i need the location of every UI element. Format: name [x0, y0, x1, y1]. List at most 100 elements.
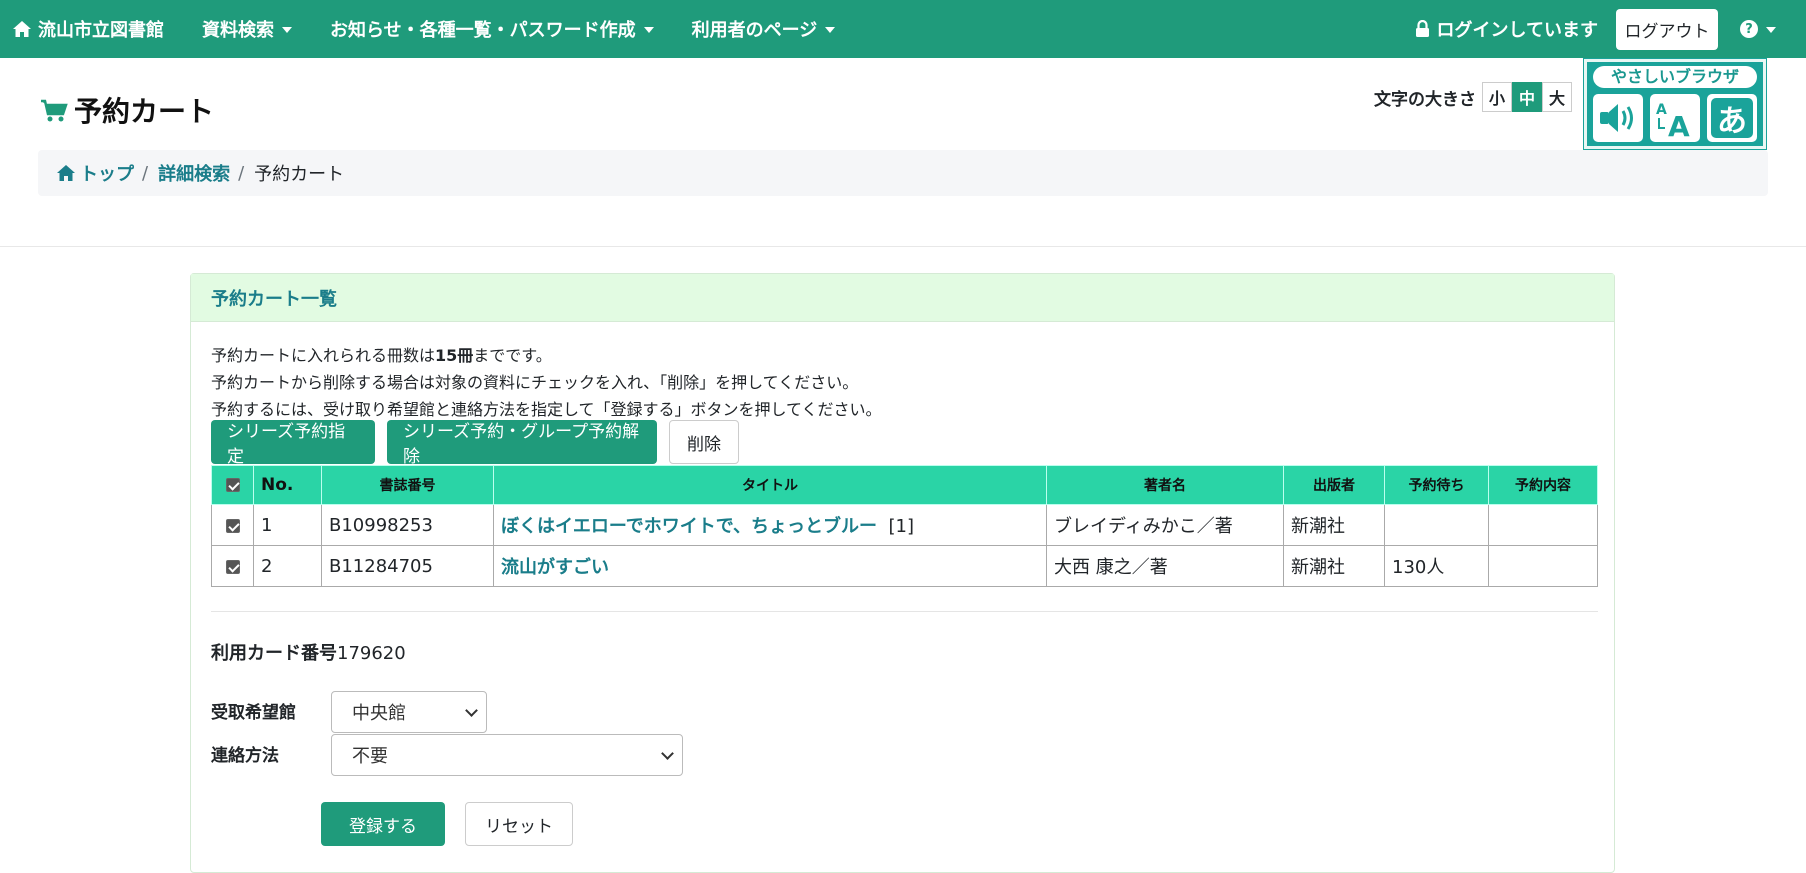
breadcrumb-top-label: トップ: [80, 164, 134, 185]
row-author: ブレイディみかこ／著: [1046, 504, 1284, 546]
contact-method-label: 連絡方法: [211, 746, 279, 766]
cart-icon: [41, 99, 68, 122]
row-no: 1: [253, 504, 322, 546]
header-no: No.: [253, 465, 322, 505]
select-all-header: [211, 465, 254, 505]
breadcrumb-separator: /: [142, 162, 149, 184]
pickup-library-select[interactable]: 中央館: [331, 691, 487, 733]
form-divider: [211, 611, 1598, 612]
yasashii-browser-banner[interactable]: やさしいブラウザ A A あ: [1583, 58, 1767, 150]
instruction-text: までです。: [473, 346, 552, 365]
pickup-library-label: 受取希望館: [211, 703, 296, 723]
menu-search[interactable]: 資料検索: [202, 16, 292, 42]
select-all-checkbox[interactable]: [225, 478, 240, 492]
font-size-medium-button[interactable]: 中: [1512, 82, 1542, 112]
page-title: 予約カート: [40, 90, 214, 130]
row-waiting: [1384, 504, 1489, 546]
chevron-down-icon: [661, 747, 674, 760]
header-reservation-content: 予約内容: [1488, 465, 1598, 505]
pickup-library-value: 中央館: [352, 703, 406, 724]
breadcrumb-search-link[interactable]: 詳細検索: [158, 160, 230, 186]
library-card-number: 利用カード番号179620: [211, 639, 406, 665]
cart-table: No. 書誌番号 タイトル 著者名 出版者 予約待ち 予約内容 1 B10998…: [211, 465, 1598, 587]
header-author: 著者名: [1046, 465, 1284, 505]
row-publisher: 新潮社: [1283, 504, 1385, 546]
card-number-label: 利用カード番号: [211, 643, 337, 664]
row-select-cell: [211, 545, 254, 587]
submit-button[interactable]: 登録する: [321, 802, 445, 846]
header-publisher: 出版者: [1283, 465, 1385, 505]
font-size-small-button[interactable]: 小: [1482, 82, 1512, 112]
row-title-link[interactable]: 流山がすごい: [501, 557, 609, 578]
header-waiting: 予約待ち: [1384, 465, 1489, 505]
series-reservation-button[interactable]: シリーズ予約指定: [211, 420, 375, 467]
section-divider: [0, 246, 1806, 247]
font-size-large-button[interactable]: 大: [1542, 82, 1572, 112]
card-header: 予約カート一覧: [191, 274, 1614, 322]
row-bib-number: B11284705: [321, 545, 494, 587]
speaker-icon: [1593, 94, 1643, 142]
menu-user-page-label: 利用者のページ: [691, 20, 818, 41]
reset-button[interactable]: リセット: [465, 802, 573, 846]
contact-method-select[interactable]: 不要: [331, 734, 683, 776]
breadcrumb-top-link[interactable]: トップ: [56, 160, 134, 186]
row-checkbox[interactable]: [225, 559, 240, 574]
menu-notices[interactable]: お知らせ・各種一覧・パスワード作成: [330, 16, 654, 42]
breadcrumb: トップ / 詳細検索 / 予約カート: [38, 150, 1768, 196]
yasashii-title: やさしいブラウザ: [1593, 66, 1757, 88]
row-title-cell: 流山がすごい: [493, 545, 1047, 587]
logout-button[interactable]: ログアウト: [1616, 8, 1718, 50]
row-content: [1488, 504, 1598, 546]
chevron-down-icon: [465, 704, 478, 717]
menu-search-label: 資料検索: [202, 20, 274, 41]
header-title: タイトル: [493, 465, 1047, 505]
breadcrumb-separator: /: [238, 162, 245, 184]
card-number-value: 179620: [337, 643, 406, 664]
login-status-label: ログインしています: [1436, 20, 1598, 41]
row-content: [1488, 545, 1598, 587]
row-no: 2: [253, 545, 322, 587]
svg-text:A: A: [1656, 102, 1667, 118]
hiragana-icon: あ: [1707, 94, 1757, 142]
cart-instructions: 予約カートに入れられる冊数は15冊までです。 予約カートから削除する場合は対象の…: [211, 342, 882, 423]
row-publisher: 新潮社: [1283, 545, 1385, 587]
row-volume: [1]: [888, 516, 914, 537]
home-link[interactable]: 流山市立図書館: [12, 16, 164, 42]
instruction-text: 予約カートに入れられる冊数は: [211, 346, 436, 365]
row-checkbox[interactable]: [225, 518, 240, 533]
menu-user-page[interactable]: 利用者のページ: [692, 16, 836, 42]
help-icon: ?: [1740, 20, 1758, 38]
row-bib-number: B10998253: [321, 504, 494, 546]
caret-down-icon: [282, 27, 292, 33]
delete-button[interactable]: 削除: [669, 420, 739, 464]
row-title-cell: ぼくはイエローでホワイトで、ちょっとブルー [1]: [493, 504, 1047, 546]
reservation-cart-card: 予約カート一覧 予約カートに入れられる冊数は15冊までです。 予約カートから削除…: [190, 273, 1615, 873]
login-status: ログインしています: [1415, 16, 1598, 42]
menu-notices-label: お知らせ・各種一覧・パスワード作成: [330, 20, 636, 41]
row-author: 大西 康之／著: [1046, 545, 1284, 587]
row-title-link[interactable]: ぼくはイエローでホワイトで、ちょっとブルー: [501, 516, 877, 537]
row-waiting: 130人: [1384, 545, 1489, 587]
page-title-text: 予約カート: [74, 95, 215, 128]
max-books: 15冊: [435, 346, 474, 365]
home-icon: [13, 21, 31, 37]
cart-action-buttons: シリーズ予約指定 シリーズ予約・グループ予約解除 削除: [211, 420, 739, 467]
lock-icon: [1415, 20, 1429, 37]
font-size-label: 文字の大きさ: [1374, 89, 1476, 110]
contact-method-value: 不要: [352, 746, 388, 767]
header-bib-number: 書誌番号: [321, 465, 494, 505]
brand-label: 流山市立図書館: [38, 20, 164, 41]
instruction-line-1: 予約カートに入れられる冊数は15冊までです。: [211, 342, 882, 369]
table-row: 2 B11284705 流山がすごい 大西 康之／著 新潮社 130人: [211, 545, 1598, 587]
home-icon: [57, 165, 75, 181]
help-menu[interactable]: ?: [1740, 20, 1776, 38]
caret-down-icon: [825, 27, 836, 33]
table-row: 1 B10998253 ぼくはイエローでホワイトで、ちょっとブルー [1] ブレ…: [211, 504, 1598, 546]
top-navbar: 流山市立図書館 資料検索 お知らせ・各種一覧・パスワード作成 利用者のページ ロ…: [0, 0, 1806, 58]
form-buttons: 登録する リセット: [321, 802, 573, 846]
svg-text:A: A: [1668, 110, 1690, 138]
translate-icon: A A: [1650, 94, 1700, 142]
series-release-button[interactable]: シリーズ予約・グループ予約解除: [387, 420, 657, 467]
instruction-line-2: 予約カートから削除する場合は対象の資料にチェックを入れ、「削除」を押してください…: [211, 373, 859, 392]
breadcrumb-current: 予約カート: [254, 164, 345, 185]
